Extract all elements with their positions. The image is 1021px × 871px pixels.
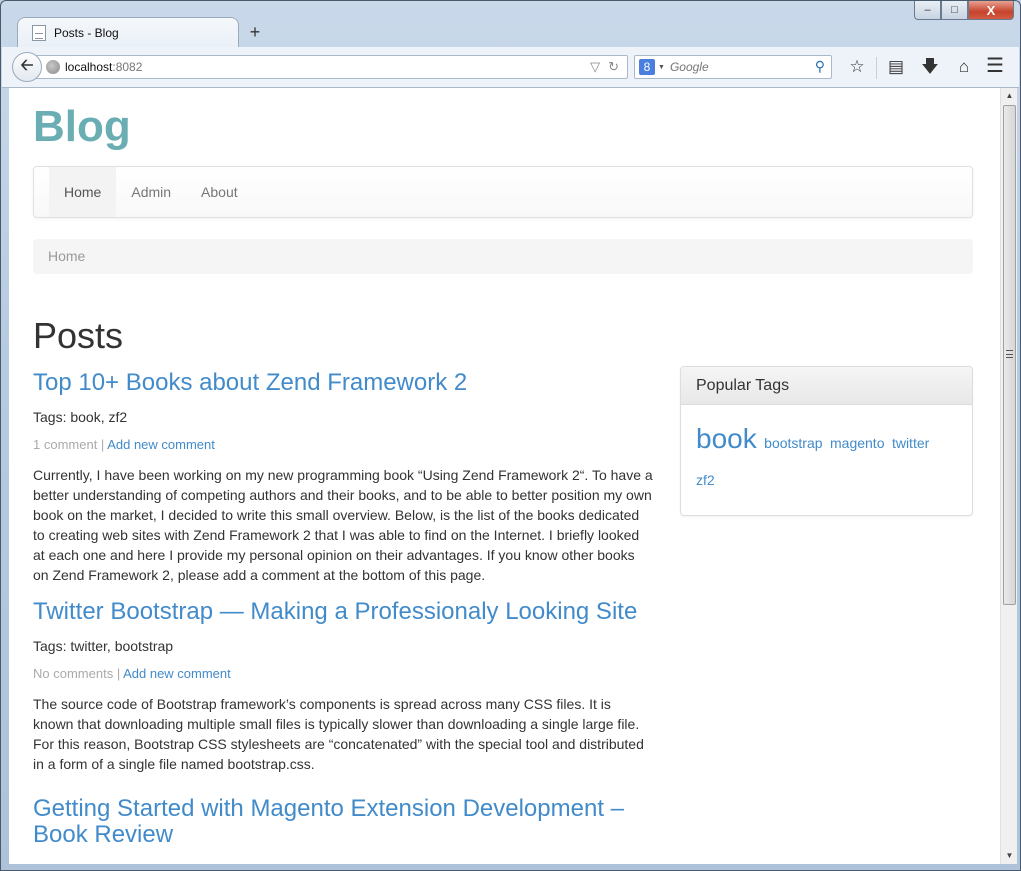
page-content: Blog Home Admin About Home Posts Top 10+… — [33, 88, 973, 848]
post-excerpt: Currently, I have been working on my new… — [33, 467, 653, 583]
back-button[interactable]: 🡠 — [12, 52, 42, 82]
site-navbar: Home Admin About — [33, 166, 973, 218]
google-search-engine-icon[interactable]: 8 — [639, 59, 655, 75]
post-meta: 1 comment | Add new comment — [33, 437, 653, 453]
window-controls: – □ X — [914, 1, 1014, 21]
url-bar[interactable]: localhost:8082 ▽ ↻ — [32, 55, 628, 79]
reload-icon[interactable]: ↻ — [608, 59, 619, 75]
add-comment-link[interactable]: Add new comment — [107, 437, 215, 452]
post-item: Top 10+ Books about Zend Framework 2 Tag… — [33, 370, 653, 585]
comment-count: No comments — [33, 666, 114, 681]
tab-title: Posts - Blog — [54, 25, 119, 40]
home-icon[interactable]: ⌂ — [947, 57, 981, 79]
url-port: :8082 — [112, 60, 143, 74]
search-input[interactable]: Google — [670, 60, 709, 74]
post-title-link[interactable]: Getting Started with Magento Extension D… — [33, 796, 653, 848]
search-magnifier-icon[interactable]: ⚲ — [815, 58, 825, 75]
page-title: Posts — [33, 315, 124, 356]
tag-link-magento[interactable]: magento — [830, 435, 884, 451]
maximize-icon: □ — [951, 4, 958, 16]
post-excerpt: The source code of Bootstrap framework’s… — [33, 696, 644, 772]
post-title-link[interactable]: Top 10+ Books about Zend Framework 2 — [33, 370, 653, 396]
browser-window: – □ X Posts - Blog + 🡠 localhost:8082 ▽ … — [0, 0, 1021, 871]
search-engine-dropdown-icon[interactable]: ▼ — [658, 64, 665, 71]
post-item: Twitter Bootstrap — Making a Professiona… — [33, 599, 653, 774]
meta-separator: | — [113, 666, 124, 681]
scroll-grip-icon — [1006, 350, 1013, 358]
nav-item-about[interactable]: About — [186, 167, 253, 217]
scrollbar-thumb[interactable] — [1003, 105, 1016, 605]
tag-link-bootstrap[interactable]: bootstrap — [764, 435, 822, 451]
page-viewport: Blog Home Admin About Home Posts Top 10+… — [9, 88, 1000, 864]
post-meta: No comments | Add new comment — [33, 666, 653, 682]
tag-link-twitter[interactable]: twitter — [892, 435, 929, 451]
close-icon: X — [986, 2, 996, 18]
post-list: Top 10+ Books about Zend Framework 2 Tag… — [33, 370, 653, 848]
panel-heading: Popular Tags — [681, 367, 972, 405]
menu-icon[interactable]: ☰ — [982, 56, 1008, 76]
nav-item-admin[interactable]: Admin — [116, 167, 186, 217]
page-favicon-icon — [32, 24, 46, 41]
url-host: localhost — [65, 60, 113, 74]
minimize-icon: – — [924, 4, 931, 16]
close-button[interactable]: X — [968, 1, 1014, 20]
new-tab-button[interactable]: + — [245, 23, 265, 41]
reading-list-icon[interactable]: ▤ — [879, 57, 913, 79]
add-comment-link[interactable]: Add new comment — [123, 666, 231, 681]
popular-tags-panel: Popular Tags book bootstrap magento twit… — [680, 366, 973, 516]
content-columns: Top 10+ Books about Zend Framework 2 Tag… — [33, 366, 973, 848]
scroll-up-arrow-icon[interactable]: ▲ — [1001, 88, 1018, 104]
history-dropdown-icon[interactable]: ▽ — [590, 59, 600, 75]
minimize-button[interactable]: – — [914, 1, 941, 20]
vertical-scrollbar[interactable]: ▲ ▼ — [1000, 88, 1017, 864]
tag-link-zf2[interactable]: zf2 — [696, 472, 715, 488]
post-tags: Tags: twitter, bootstrap — [33, 638, 174, 654]
download-icon[interactable]: 🡇 — [913, 57, 947, 79]
tag-link-book[interactable]: book — [696, 423, 757, 454]
tab-posts-blog[interactable]: Posts - Blog — [17, 17, 239, 47]
post-tags: Tags: book, zf2 — [33, 409, 128, 425]
site-identity-icon[interactable] — [46, 60, 60, 74]
breadcrumb-home: Home — [48, 248, 86, 264]
bookmark-star-icon[interactable]: ☆ — [840, 57, 874, 79]
toolbar-separator — [876, 57, 877, 79]
tag-cloud: book bootstrap magento twitter zf2 — [681, 405, 972, 515]
post-title-link[interactable]: Twitter Bootstrap — Making a Professiona… — [33, 599, 653, 625]
search-bar[interactable]: 8 ▼ Google ⚲ — [634, 55, 832, 79]
nav-item-home[interactable]: Home — [49, 167, 117, 217]
back-arrow-icon: 🡠 — [20, 56, 34, 74]
meta-separator: | — [97, 437, 108, 452]
post-item: Getting Started with Magento Extension D… — [33, 796, 653, 848]
comment-count: 1 comment — [33, 437, 98, 452]
site-brand[interactable]: Blog — [33, 102, 973, 152]
navigation-toolbar: 🡠 localhost:8082 ▽ ↻ 8 ▼ Google ⚲ ☆ ▤ 🡇 … — [2, 47, 1019, 88]
maximize-button[interactable]: □ — [941, 1, 968, 20]
breadcrumb: Home — [33, 239, 973, 274]
toolbar-icons: ☆ ▤ 🡇 ⌂ — [840, 57, 981, 79]
scroll-down-arrow-icon[interactable]: ▼ — [1001, 848, 1018, 864]
